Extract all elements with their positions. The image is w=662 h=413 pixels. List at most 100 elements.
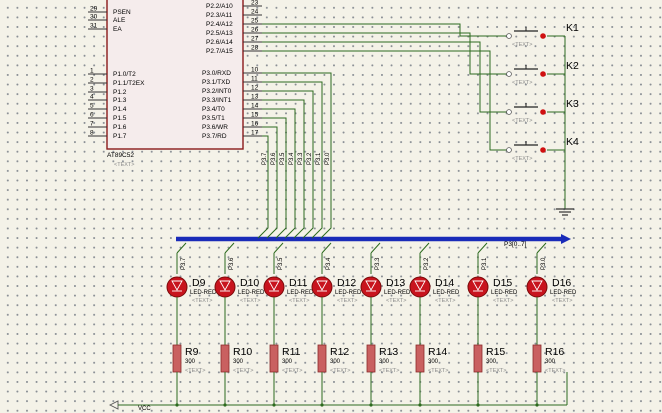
- resistor-text-placeholder: <TEXT>: [282, 368, 302, 374]
- led-text-placeholder: <TEXT>: [337, 298, 357, 304]
- led-body-d10[interactable]: [214, 276, 236, 298]
- led-value: LED-RED: [491, 290, 518, 296]
- resistor-body-r14[interactable]: [415, 344, 425, 373]
- resistor-ref: R16: [545, 346, 564, 358]
- led-ref: D15: [493, 277, 512, 289]
- branch-label: P3.0: [541, 257, 547, 270]
- resistor-body-r15[interactable]: [473, 344, 483, 373]
- led-body-d12[interactable]: [311, 276, 333, 298]
- resistor-ref: R10: [233, 346, 252, 358]
- mcu-pin-label: P2.4/A12: [206, 21, 233, 28]
- resistor-body-r12[interactable]: [317, 344, 327, 373]
- resistor-body-r10[interactable]: [220, 344, 230, 373]
- bus-branch-wire: [536, 242, 547, 254]
- resistor-body-r11[interactable]: [269, 344, 279, 373]
- bus-entry-label: P3.3: [298, 152, 304, 165]
- bus-entry-label: P3.1: [316, 152, 322, 165]
- bus-entry-wire: [262, 90, 314, 239]
- mcu-name-label: AT89C52: [107, 152, 134, 159]
- resistor-value: 300: [545, 359, 556, 365]
- mcu-pin-number: 17: [251, 130, 259, 137]
- mcu-pin-number: 27: [251, 36, 259, 43]
- led-ref: D16: [552, 277, 571, 289]
- led-body-d14[interactable]: [409, 276, 431, 298]
- led-body-d11[interactable]: [263, 276, 285, 298]
- mcu-pin-label: P2.3/A11: [206, 12, 233, 19]
- branch-label: P3.5: [278, 257, 284, 270]
- mcu-pin-number: 15: [251, 112, 259, 119]
- resistor-value: 300: [486, 359, 497, 365]
- resistor-body-r13[interactable]: [366, 344, 376, 373]
- bus-entry-label: P3.0: [325, 152, 331, 165]
- led-text-placeholder: <TEXT>: [289, 298, 309, 304]
- branch-label: P3.6: [229, 257, 235, 270]
- key-text-placeholder: <TEXT>: [512, 118, 532, 124]
- key-contact-right[interactable]: [540, 33, 546, 39]
- branch-label: P3.2: [424, 257, 430, 270]
- resistor-body-r16[interactable]: [532, 344, 542, 373]
- mcu-pin-label: P3.7/RD: [202, 133, 227, 140]
- key-wire: [262, 32, 508, 75]
- mcu-pin-number: 8: [90, 130, 94, 137]
- mcu-pin-number: 11: [251, 76, 258, 83]
- key-contact-left[interactable]: [506, 147, 512, 153]
- mcu-pin-number: 5: [90, 103, 94, 110]
- mcu-pin-number: 10: [251, 67, 259, 74]
- led-body-d16[interactable]: [526, 276, 548, 298]
- key-contact-right[interactable]: [540, 109, 546, 115]
- led-text-placeholder: <TEXT>: [435, 298, 455, 304]
- mcu-pin-label: P2.6/A14: [206, 39, 233, 46]
- mcu-pin-label: P3.5/T1: [202, 115, 225, 122]
- key-label-k4: K4: [566, 136, 579, 148]
- mcu-pin-label: P1.5: [113, 115, 127, 122]
- led-text-placeholder: <TEXT>: [493, 298, 513, 304]
- resistor-text-placeholder: <TEXT>: [428, 368, 448, 374]
- resistor-ref: R9: [185, 346, 199, 358]
- mcu-pin-number: 29: [90, 6, 98, 13]
- resistor-value: 300: [330, 359, 341, 365]
- mcu-pin-label: P3.3/INT1: [202, 97, 232, 104]
- key-contact-right[interactable]: [540, 147, 546, 153]
- key-wire: [262, 41, 508, 113]
- mcu-pin-label: P1.7: [113, 133, 127, 140]
- schematic-canvas: 29 PSEN 30 ALE 31 EA 1 P1.0/T2 2 P1.1/T2EX 3 P1.2 4 P…: [0, 0, 662, 413]
- key-text-placeholder: <TEXT>: [512, 42, 532, 48]
- branch-label: P3.4: [326, 257, 332, 270]
- mcu-pin-number: 26: [251, 27, 259, 34]
- bus-branch-wire: [224, 242, 235, 254]
- resistor-text-placeholder: <TEXT>: [233, 368, 253, 374]
- key-label-k2: K2: [566, 60, 579, 72]
- led-body-d15[interactable]: [467, 276, 489, 298]
- led-text-placeholder: <TEXT>: [552, 298, 572, 304]
- key-contact-right[interactable]: [540, 71, 546, 77]
- mcu-pin-label: P1.6: [113, 124, 127, 131]
- resistor-body-r9[interactable]: [172, 344, 182, 373]
- mcu-pin-label: P3.1/TXD: [202, 79, 230, 86]
- mcu-pin-number: 6: [90, 112, 94, 119]
- key-contact-left[interactable]: [506, 33, 512, 39]
- branch-label: P3.1: [482, 257, 488, 270]
- mcu-pin-number: 2: [90, 77, 94, 84]
- bus-label: P3[0..7]: [504, 241, 527, 248]
- mcu-pin-number: 1: [90, 68, 94, 75]
- mcu-pin-label: PSEN: [113, 9, 131, 16]
- mcu-pin-label: P1.3: [113, 97, 127, 104]
- bus-branch-wire: [321, 242, 332, 254]
- bus-entry-label: P3.7: [262, 152, 268, 165]
- vcc-label: VCC: [138, 406, 151, 412]
- resistor-value: 300: [233, 359, 244, 365]
- bus-branch-wire: [370, 242, 381, 254]
- bus-entry-label: P3.4: [289, 152, 295, 165]
- bus-entry-label: P3.2: [307, 152, 313, 165]
- bus-branch-wire: [477, 242, 488, 254]
- led-body-d9[interactable]: [166, 276, 188, 298]
- key-contact-left[interactable]: [506, 109, 512, 115]
- led-text-placeholder: <TEXT>: [386, 298, 406, 304]
- mcu-pin-number: 25: [251, 18, 259, 25]
- led-value: LED-RED: [287, 290, 314, 296]
- led-body-d13[interactable]: [360, 276, 382, 298]
- led-ref: D11: [289, 277, 308, 289]
- bus-arrow: [561, 234, 571, 244]
- resistor-ref: R11: [282, 346, 301, 358]
- key-contact-left[interactable]: [506, 71, 512, 77]
